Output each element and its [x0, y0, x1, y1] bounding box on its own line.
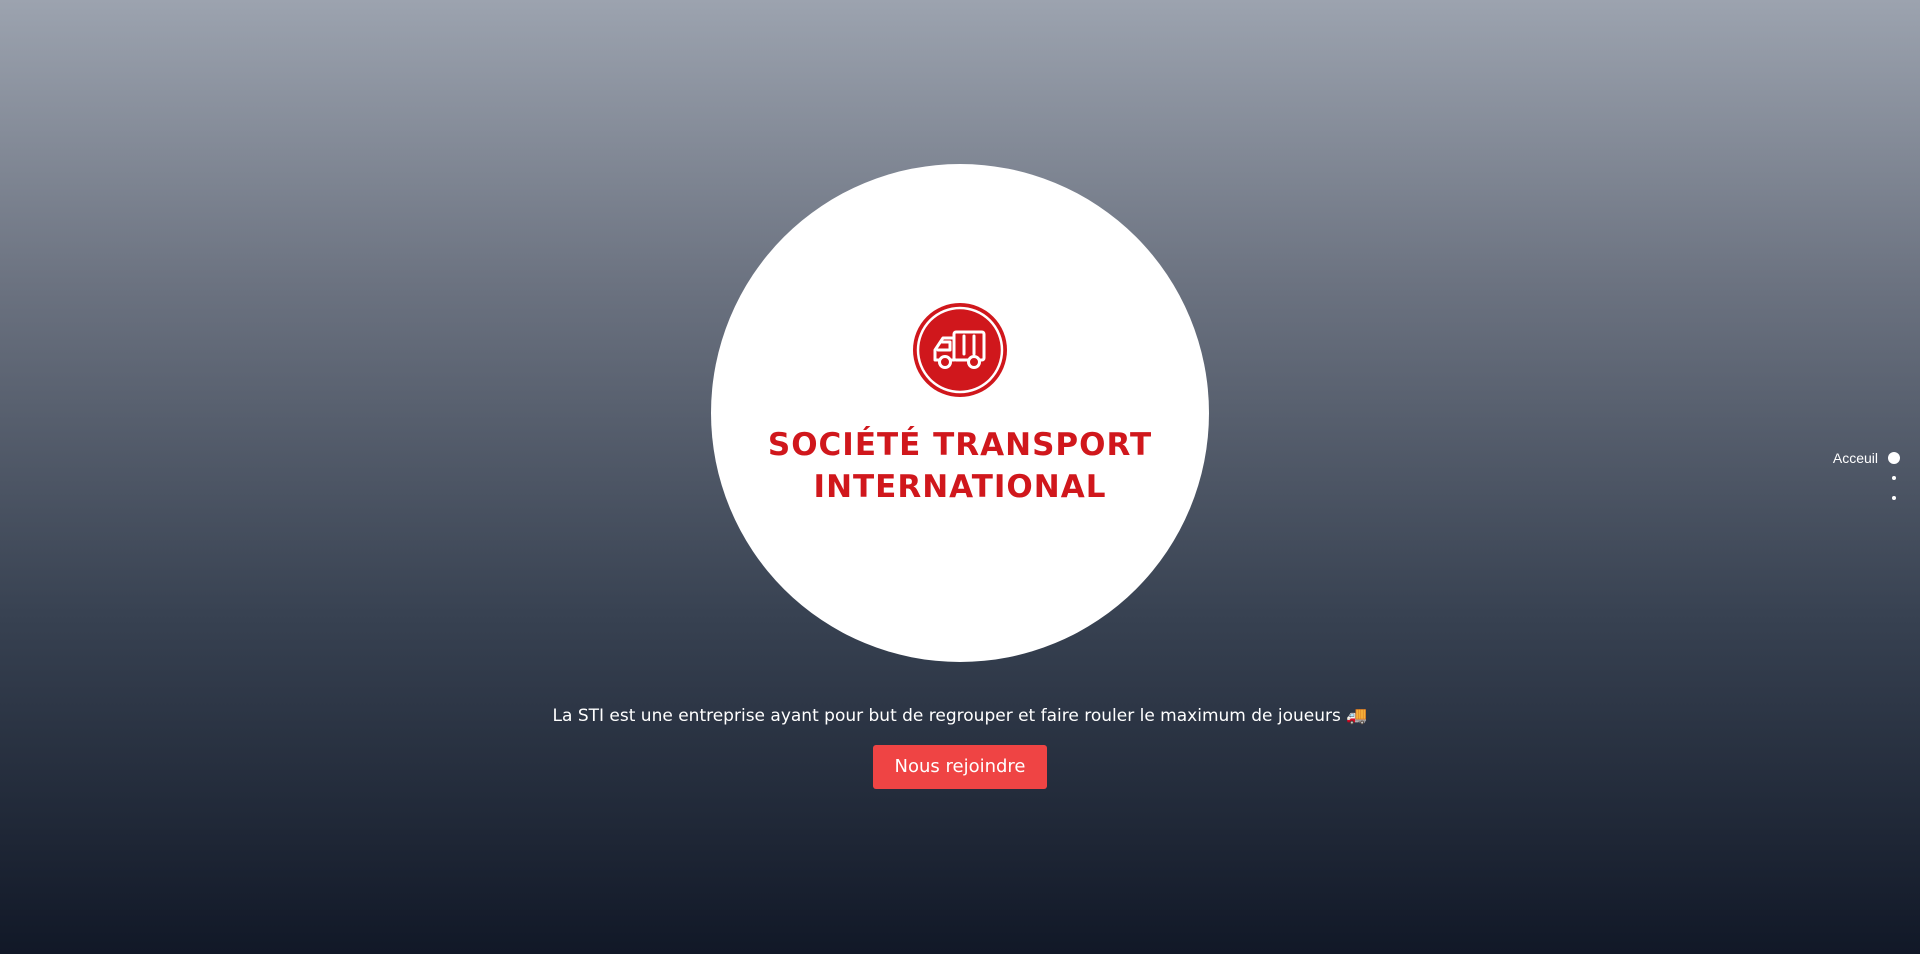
- nav-item-3[interactable]: [1760, 488, 1900, 508]
- truck-icon: [913, 303, 1007, 397]
- section-nav: Acceuil: [1760, 448, 1900, 508]
- logo-line-2: INTERNATIONAL: [813, 469, 1107, 505]
- nav-dot[interactable]: [1892, 496, 1896, 500]
- nav-dot-active[interactable]: [1888, 452, 1900, 464]
- nav-item-label[interactable]: Acceuil: [1833, 450, 1878, 466]
- logo-wordmark: SOCIÉTÉ TRANSPORT INTERNATIONAL: [711, 424, 1209, 508]
- tagline: La STI est une entreprise ayant pour but…: [552, 706, 1368, 726]
- logo-line-1: SOCIÉTÉ TRANSPORT: [767, 427, 1153, 463]
- nav-item-2[interactable]: [1760, 468, 1900, 488]
- nav-item-acceuil[interactable]: Acceuil: [1760, 448, 1900, 468]
- company-logo: SOCIÉTÉ TRANSPORT INTERNATIONAL: [711, 164, 1209, 662]
- nav-dot[interactable]: [1892, 476, 1896, 480]
- hero-section: SOCIÉTÉ TRANSPORT INTERNATIONAL La STI e…: [0, 0, 1920, 954]
- join-button[interactable]: Nous rejoindre: [873, 745, 1047, 789]
